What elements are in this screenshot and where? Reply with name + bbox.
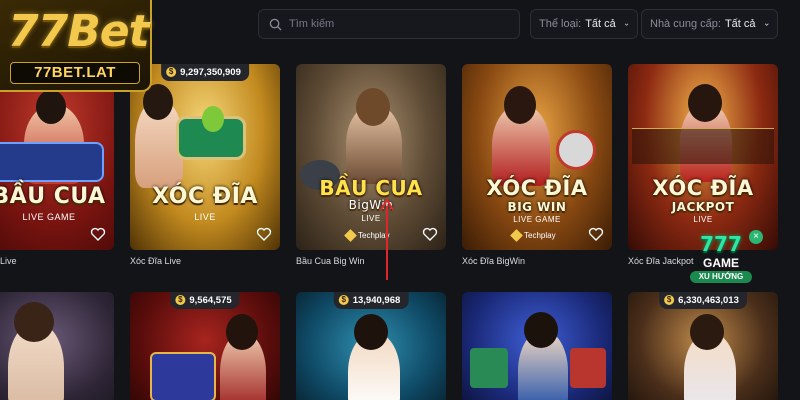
filter-value: Tất cả xyxy=(724,18,756,30)
chevron-down-icon xyxy=(624,22,629,26)
game-caption[interactable]: Xóc Đĩa Jackpot xyxy=(628,256,694,266)
host-figure xyxy=(504,86,536,124)
badge-title: GAME xyxy=(703,256,739,270)
trending-game-badge[interactable]: 777 GAME XU HƯỚNG xyxy=(688,232,754,290)
heart-icon[interactable] xyxy=(422,226,438,242)
badge-number: 777 xyxy=(700,232,742,256)
host-figure xyxy=(36,90,66,124)
game-lobby: 77Bet 77BET.LAT Thể loại: Tất cả Nhà cun… xyxy=(0,0,800,400)
host-figure xyxy=(356,88,390,126)
jackpot-badge: $6,330,463,013 xyxy=(659,292,747,309)
card-title: XÓC ĐĨA xyxy=(652,176,754,200)
arrow-annotation xyxy=(380,198,394,280)
card-title: BẦU CUA xyxy=(0,184,106,209)
heart-icon[interactable] xyxy=(256,226,272,242)
techplay-logo-icon xyxy=(344,229,357,242)
game-caption[interactable]: Bầu Cua Big Win xyxy=(296,256,365,266)
host-figure xyxy=(690,314,724,350)
jackpot-amount: 6,330,463,013 xyxy=(678,294,739,306)
game-board xyxy=(632,128,774,164)
game-card-xoc-dia-live[interactable]: XÓC ĐĨA LIVE $9,297,350,909 xyxy=(130,64,280,250)
search-input[interactable] xyxy=(289,18,509,30)
game-caption[interactable]: Xóc Đĩa Live xyxy=(130,256,181,266)
host-figure xyxy=(688,84,722,122)
search-icon xyxy=(269,18,282,31)
game-card[interactable] xyxy=(0,292,114,400)
game-card-bau-cua-big-win[interactable]: BẦU CUA BigWin LIVE Techplay xyxy=(296,64,446,250)
game-card[interactable]: $6,330,463,013 xyxy=(628,292,778,400)
category-filter[interactable]: Thể loại: Tất cả xyxy=(530,9,638,39)
heart-icon[interactable] xyxy=(588,226,604,242)
host-figure xyxy=(226,314,258,350)
filter-label: Nhà cung cấp: xyxy=(650,18,721,30)
jackpot-amount: 13,940,968 xyxy=(352,294,401,306)
logo-domain: 77BET.LAT xyxy=(10,62,140,84)
game-plate xyxy=(556,130,596,170)
techplay-logo-icon xyxy=(510,229,523,242)
jackpot-amount: 9,297,350,909 xyxy=(180,66,241,78)
chevron-down-icon xyxy=(764,22,769,26)
game-card[interactable] xyxy=(462,292,612,400)
jackpot-badge: $9,564,575 xyxy=(170,292,240,309)
host-figure xyxy=(14,302,54,342)
provider-name: Techplay xyxy=(524,231,556,240)
game-board xyxy=(150,352,216,400)
game-board xyxy=(0,142,104,182)
game-card-xoc-dia-bigwin[interactable]: XÓC ĐĨA BIG WIN LIVE GAME Techplay xyxy=(462,64,612,250)
search-box[interactable] xyxy=(258,9,520,39)
host-figure xyxy=(524,312,558,348)
game-card[interactable]: $13,940,968 xyxy=(296,292,446,400)
card-title: XÓC ĐĨA xyxy=(152,184,258,209)
provider-filter[interactable]: Nhà cung cấp: Tất cả xyxy=(641,9,778,39)
card-subtitle: LIVE xyxy=(693,215,713,224)
card-title-line2: BigWin xyxy=(348,198,394,212)
card-subtitle: LIVE GAME xyxy=(22,212,76,222)
card-subtitle: LIVE xyxy=(361,214,381,223)
game-card[interactable]: $9,564,575 xyxy=(130,292,280,400)
provider-label: Techplay xyxy=(510,229,556,242)
filter-value: Tất cả xyxy=(585,18,616,30)
game-board xyxy=(470,348,508,388)
brand-logo[interactable]: 77Bet 77BET.LAT xyxy=(0,0,152,92)
logo-text: 77Bet xyxy=(8,6,150,57)
card-title: BẦU CUA xyxy=(319,176,423,200)
card-title-line2: BIG WIN xyxy=(507,200,567,214)
coin-icon: $ xyxy=(338,295,349,305)
card-title-line2: JACKPOT xyxy=(671,200,735,214)
game-board xyxy=(570,348,606,388)
badge-subtitle: XU HƯỚNG xyxy=(690,271,752,283)
card-title: XÓC ĐĨA xyxy=(486,176,588,200)
game-card-xoc-dia-jackpot[interactable]: XÓC ĐĨA JACKPOT LIVE xyxy=(628,64,778,250)
coin-icon: $ xyxy=(166,67,177,77)
jackpot-amount: 9,564,575 xyxy=(189,294,232,306)
coin-icon: $ xyxy=(175,295,186,305)
close-icon[interactable]: × xyxy=(749,230,763,244)
filter-label: Thể loại: xyxy=(539,18,582,30)
jackpot-badge: $13,940,968 xyxy=(333,292,409,309)
game-caption[interactable]: Live xyxy=(0,256,17,266)
card-subtitle: LIVE GAME xyxy=(513,215,561,224)
card-subtitle: LIVE xyxy=(194,212,216,222)
game-bowl xyxy=(202,106,224,132)
host-figure xyxy=(354,314,388,350)
heart-icon[interactable] xyxy=(90,226,106,242)
jackpot-badge: $9,297,350,909 xyxy=(161,64,249,81)
game-caption[interactable]: Xóc Đĩa BigWin xyxy=(462,256,525,266)
coin-icon: $ xyxy=(664,295,675,305)
